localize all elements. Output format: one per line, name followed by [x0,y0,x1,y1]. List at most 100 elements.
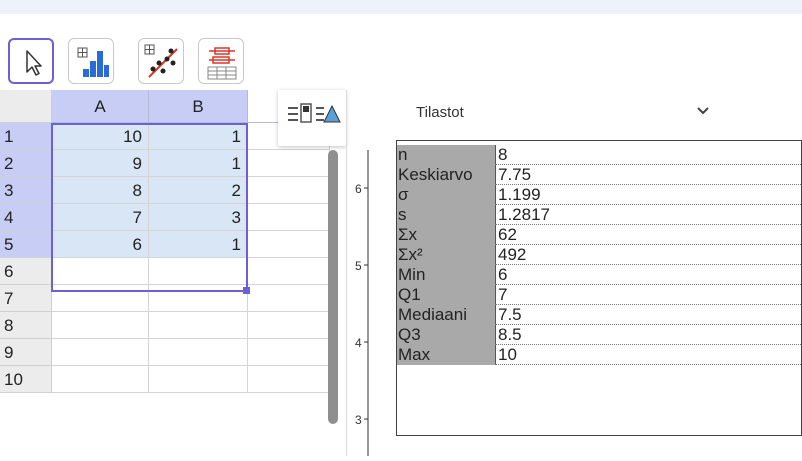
statistic-label: Σx [397,225,495,245]
statistic-value: 492 [495,245,802,265]
statistic-label: Keskiarvo [397,165,495,185]
statistic-value: 10 [495,345,802,365]
spreadsheet-cell[interactable]: 1 [149,231,248,258]
axis-tick-label: 3 [355,413,362,427]
boxplots-icon [207,47,237,80]
spreadsheet-cell[interactable] [248,285,330,312]
row-header[interactable]: 6 [0,258,52,285]
spreadsheet-cell[interactable]: 3 [149,204,248,231]
histogram-icon [77,47,109,77]
pointer-arrow-icon [26,50,42,76]
statistic-value: 7.75 [495,165,802,185]
statistics-row: Q3 8.5 [397,325,802,345]
show-plot-icon[interactable] [316,104,341,123]
fill-handle[interactable] [243,287,250,294]
spreadsheet-cell[interactable] [248,312,330,339]
statistics-dropdown[interactable]: Tilastot [416,104,716,128]
style-options-panel [278,90,346,146]
statistics-dropdown-label: Tilastot [416,104,464,121]
spreadsheet-cell[interactable]: 9 [52,150,149,177]
spreadsheet-cell[interactable]: 10 [52,123,149,150]
spreadsheet-cell[interactable] [52,339,149,366]
chevron-down-icon[interactable] [696,106,710,116]
spreadsheet-cell[interactable] [248,177,330,204]
spreadsheet-scrollbar[interactable] [328,150,338,424]
statistic-value: 1.199 [495,185,802,205]
column-header-b[interactable]: B [149,90,248,123]
plot-axis: 6 5 4 3 [350,90,396,456]
scatter-regression-icon [144,44,178,78]
row-header[interactable]: 8 [0,312,52,339]
row-header[interactable]: 7 [0,285,52,312]
spreadsheet-cell[interactable] [248,150,330,177]
row-separator [495,364,802,365]
spreadsheet-corner [0,90,52,123]
row-header[interactable]: 10 [0,366,52,393]
row-header[interactable]: 9 [0,339,52,366]
spreadsheet-cell[interactable] [52,285,149,312]
spreadsheet-cell[interactable] [52,366,149,393]
spreadsheet-cell[interactable] [248,204,330,231]
row-header[interactable]: 3 [0,177,52,204]
statistics-table: n 8 Keskiarvo 7.75 σ 1.199 s 1.2817 Σx 62 Σx² 492 Mi… [396,140,802,436]
spreadsheet-cell[interactable] [149,312,248,339]
statistic-value: 7.5 [495,305,802,325]
statistic-label: Max [397,345,495,365]
spreadsheet-cell[interactable] [52,258,149,285]
axis-tick-label: 6 [355,182,362,196]
spreadsheet-cell[interactable]: 2 [149,177,248,204]
statistic-value: 6 [495,265,802,285]
statistics-row: σ 1.199 [397,185,802,205]
multi-variable-analysis-button[interactable] [198,38,244,84]
statistics-row: Q1 7 [397,285,802,305]
axis-tick-label: 5 [355,259,362,273]
spreadsheet-cell[interactable] [248,366,330,393]
statistic-value: 1.2817 [495,205,802,225]
statistic-label: Mediaani [397,305,495,325]
statistic-value: 62 [495,225,802,245]
statistic-label: Q3 [397,325,495,345]
statistics-panel: Tilastot n 8 Keskiarvo 7.75 σ 1.199 s 1.2817 Σx 6… [396,90,802,456]
move-tool-button[interactable] [8,38,54,84]
one-variable-analysis-button[interactable] [68,38,114,84]
statistics-row: s 1.2817 [397,205,802,225]
spreadsheet-cell[interactable] [149,339,248,366]
spreadsheet-cell[interactable] [149,366,248,393]
statistic-label: Q1 [397,285,495,305]
row-header[interactable]: 4 [0,204,52,231]
statistic-value: 8.5 [495,325,802,345]
statistics-row: Min 6 [397,265,802,285]
statistic-label: Min [397,265,495,285]
column-header-a[interactable]: A [52,90,149,123]
spreadsheet-cell[interactable] [149,258,248,285]
spreadsheet-cell[interactable]: 8 [52,177,149,204]
spreadsheet-cell[interactable] [248,258,330,285]
statistics-row: n8 [397,145,802,165]
top-bar [0,0,802,14]
two-variable-regression-button[interactable] [138,38,184,84]
statistic-label: n [397,145,495,165]
statistics-row: Σx 62 [397,225,802,245]
spreadsheet-cell[interactable] [52,312,149,339]
axis-tick-label: 4 [355,336,362,350]
statistics-row: Keskiarvo 7.75 [397,165,802,185]
spreadsheet-cell[interactable] [248,339,330,366]
spreadsheet-cell[interactable] [248,231,330,258]
row-header[interactable]: 2 [0,150,52,177]
row-header[interactable]: 5 [0,231,52,258]
row-header[interactable]: 1 [0,123,52,150]
spreadsheet-cell[interactable]: 6 [52,231,149,258]
panel-divider[interactable] [346,90,347,456]
table-options-icon[interactable] [288,103,312,123]
toolbar [0,14,802,88]
statistic-label: Σx² [397,245,495,265]
spreadsheet-cell[interactable]: 1 [149,123,248,150]
statistics-row: Σx² 492 [397,245,802,265]
statistics-row: Mediaani 7.5 [397,305,802,325]
statistic-value: 8 [495,145,802,165]
statistic-label: σ [397,185,495,205]
statistic-label: s [397,205,495,225]
spreadsheet-cell[interactable]: 7 [52,204,149,231]
spreadsheet-cell[interactable]: 1 [149,150,248,177]
spreadsheet-cell[interactable] [149,285,248,312]
